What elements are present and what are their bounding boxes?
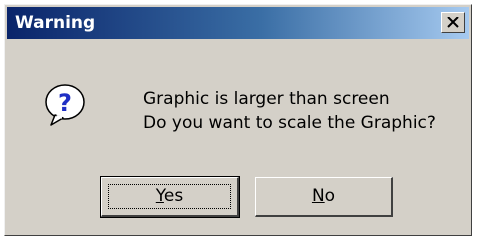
no-button-label: No <box>311 186 336 206</box>
close-button[interactable] <box>441 12 465 33</box>
message-line-1: Graphic is larger than screen <box>143 89 390 109</box>
title-bar[interactable]: Warning <box>7 7 469 39</box>
svg-text:?: ? <box>58 89 72 117</box>
message-line-2: Do you want to scale the Graphic? <box>143 113 436 133</box>
yes-button[interactable]: Yes <box>100 176 240 218</box>
question-icon: ? <box>45 84 85 126</box>
dialog-title: Warning <box>15 13 96 33</box>
yes-button-label: Yes <box>155 186 184 206</box>
no-button[interactable]: No <box>255 177 393 217</box>
close-icon <box>447 17 459 28</box>
dialog-message: Graphic is larger than screen Do you wan… <box>143 87 436 135</box>
warning-dialog: Warning ? Graphic is larger than screen … <box>4 4 472 236</box>
